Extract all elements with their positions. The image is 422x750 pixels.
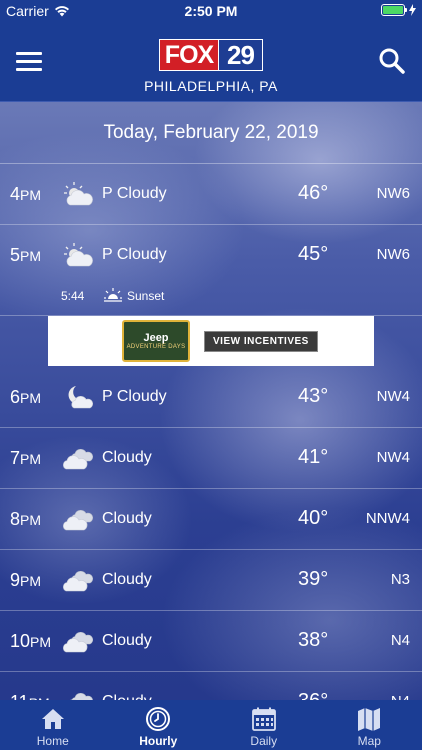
hour-label: 6	[10, 387, 21, 407]
wind-label: NW4	[376, 388, 410, 405]
wind-label: N4	[390, 632, 410, 649]
ampm-label: PM	[20, 512, 42, 528]
partly-cloudy-night-icon	[68, 386, 93, 409]
ampm-label: PM	[30, 634, 52, 650]
condition-label: P Cloudy	[102, 388, 167, 405]
hour-label: 4	[10, 184, 21, 204]
ad-brand: Jeep	[143, 332, 169, 344]
charging-bolt-icon	[409, 4, 416, 16]
hamburger-menu-icon[interactable]	[16, 52, 42, 72]
jeep-ad-banner[interactable]: Jeep ADVENTURE DAYS VIEW INCENTIVES	[48, 316, 374, 366]
ampm-label: PM	[20, 187, 42, 203]
temperature-label: 40°	[298, 507, 329, 529]
partly-cloudy-day-icon	[64, 243, 93, 267]
calendar-icon	[251, 707, 276, 731]
status-bar: Carrier 2:50 PM	[0, 0, 422, 22]
partly-cloudy-day-icon	[64, 182, 93, 206]
hourly-row[interactable]: 4PM P Cloudy 46° NW6	[0, 164, 422, 225]
home-icon	[41, 709, 64, 729]
temperature-label: 46°	[298, 182, 329, 204]
temperature-label: 38°	[298, 629, 329, 651]
temperature-label: 39°	[298, 568, 329, 590]
hour-label: 5	[10, 245, 21, 265]
tab-hourly[interactable]: Hourly	[106, 700, 212, 750]
cloudy-icon	[63, 449, 93, 470]
wind-label: NNW4	[365, 510, 410, 527]
hourly-row[interactable]: 9PM Cloudy 39° N3	[0, 550, 422, 611]
wind-label: NW4	[376, 449, 410, 466]
ampm-label: PM	[20, 573, 42, 589]
condition-label: Cloudy	[102, 571, 152, 588]
hourly-row[interactable]: 8PM Cloudy 40° NNW4	[0, 489, 422, 550]
tab-daily-label: Daily	[250, 734, 278, 748]
fox29-logo: FOX 29	[159, 39, 263, 71]
bottom-tab-bar: Home Hourly Daily Map	[0, 700, 422, 750]
tab-hourly-label: Hourly	[139, 734, 178, 748]
search-icon[interactable]	[378, 47, 406, 75]
wind-label: NW6	[376, 185, 410, 202]
wind-label: N3	[390, 571, 410, 588]
hour-label: 10	[10, 631, 31, 651]
hourly-row[interactable]: 6PM P Cloudy 43° NW4	[0, 367, 422, 428]
app-header: FOX 29 PHILADELPHIA, PA	[0, 22, 422, 102]
sunset-label: Sunset	[127, 289, 165, 303]
clock-icon	[146, 707, 171, 731]
jeep-logo: Jeep ADVENTURE DAYS	[122, 320, 190, 362]
temperature-label: 43°	[298, 385, 329, 407]
condition-label: P Cloudy	[102, 246, 167, 263]
ad-tagline: ADVENTURE DAYS	[126, 344, 186, 350]
logo-number: 29	[219, 39, 263, 71]
sunset-icon	[104, 288, 122, 302]
tab-home[interactable]: Home	[0, 700, 106, 750]
ampm-label: PM	[20, 248, 42, 264]
date-heading: Today, February 22, 2019	[0, 102, 422, 164]
ampm-label: PM	[20, 451, 42, 467]
condition-label: P Cloudy	[102, 185, 167, 202]
date-label: Today, February 22, 2019	[103, 121, 319, 143]
condition-label: Cloudy	[102, 632, 152, 649]
tab-home-label: Home	[36, 734, 69, 748]
logo-fox-text: FOX	[159, 39, 219, 71]
hour-label: 8	[10, 509, 21, 529]
temperature-label: 45°	[298, 243, 329, 265]
condition-label: Cloudy	[102, 510, 152, 527]
hourly-row[interactable]: 5PM P Cloudy 45° NW6	[0, 225, 422, 282]
battery-icon	[381, 4, 407, 16]
tab-map-label: Map	[357, 734, 381, 748]
cloudy-icon	[63, 510, 93, 531]
view-incentives-button[interactable]: VIEW INCENTIVES	[204, 330, 318, 352]
tab-daily[interactable]: Daily	[211, 700, 317, 750]
tab-map[interactable]: Map	[317, 700, 422, 750]
hour-label: 7	[10, 448, 21, 468]
sunset-time: 5:44	[61, 289, 85, 303]
cloudy-icon	[63, 571, 93, 592]
sunset-row: 5:44 Sunset	[0, 282, 422, 316]
ampm-label: PM	[20, 390, 42, 406]
map-icon	[358, 708, 381, 731]
status-time: 2:50 PM	[184, 3, 238, 19]
cloudy-icon	[63, 632, 93, 653]
wind-label: NW6	[376, 246, 410, 263]
hourly-row[interactable]: 10PM Cloudy 38° N4	[0, 611, 422, 672]
condition-label: Cloudy	[102, 449, 152, 466]
location-label: PHILADELPHIA, PA	[144, 78, 278, 94]
temperature-label: 41°	[298, 446, 329, 468]
hour-label: 9	[10, 570, 21, 590]
hourly-row[interactable]: 7PM Cloudy 41° NW4	[0, 428, 422, 489]
